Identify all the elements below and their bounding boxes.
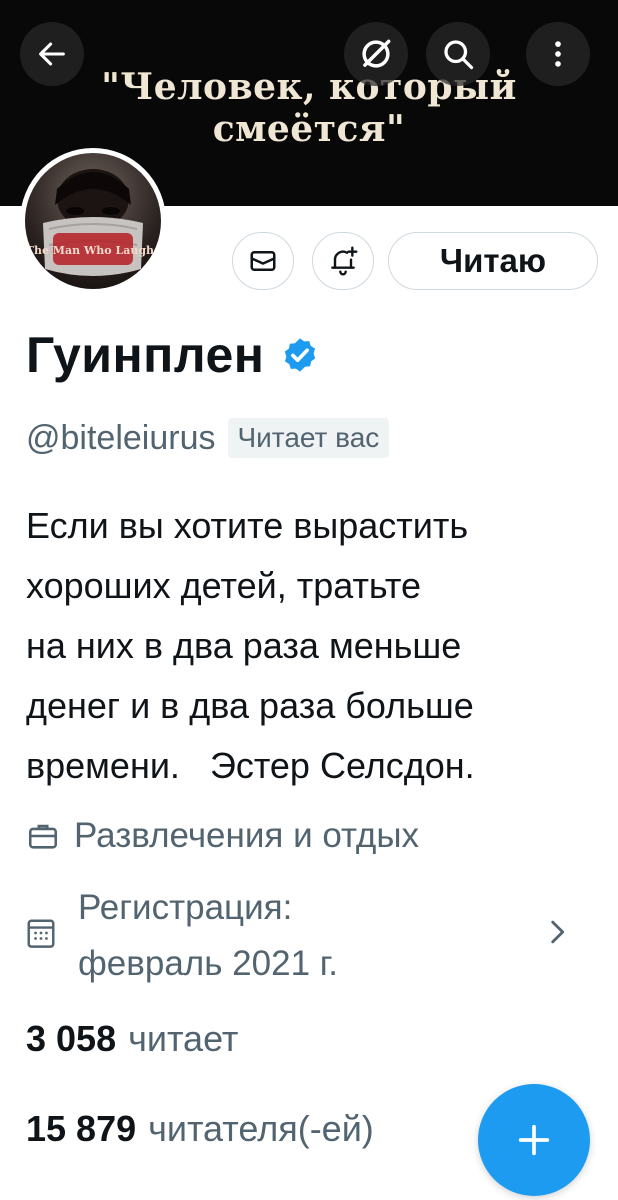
notifications-button[interactable]: [312, 232, 374, 290]
following-stat[interactable]: 3 058 читает: [26, 1018, 238, 1060]
username-handle: @biteleiurus: [26, 418, 216, 457]
chevron-right-icon[interactable]: [540, 914, 574, 950]
more-button[interactable]: [526, 22, 590, 86]
grok-slash-icon: [362, 39, 391, 68]
category-label: Развлечения и отдых: [74, 816, 419, 855]
followers-stat[interactable]: 15 879 читателя(-ей): [26, 1108, 374, 1150]
message-button[interactable]: [232, 232, 294, 290]
compose-button[interactable]: [478, 1084, 590, 1196]
follows-you-badge: Читает вас: [227, 418, 390, 458]
profile-screen: "Человек, который смеётся" The Man Who L…: [0, 0, 618, 1200]
following-count: 3 058: [26, 1018, 117, 1059]
following-button[interactable]: Читаю: [388, 232, 598, 290]
back-button[interactable]: [20, 22, 84, 86]
more-vertical-icon: [555, 41, 561, 67]
avatar-image: The Man Who Laughs: [25, 153, 161, 289]
arrow-left-icon: [39, 42, 65, 66]
profile-join-date[interactable]: Регистрация: февраль 2021 г.: [26, 880, 338, 992]
profile-category: Развлечения и отдых: [26, 808, 419, 864]
following-button-label: Читаю: [439, 242, 547, 279]
grok-button[interactable]: [344, 22, 408, 86]
following-label: читает: [128, 1018, 239, 1059]
briefcase-icon: [28, 824, 58, 849]
handle-row: @biteleiurus Читает вас: [26, 418, 390, 458]
plus-icon: [518, 1124, 550, 1156]
profile-bio: Если вы хотите вырастить хороших детей, …: [26, 505, 475, 786]
search-icon: [444, 40, 474, 70]
calendar-icon: [27, 919, 55, 948]
mail-icon: [250, 251, 276, 271]
verified-badge-icon[interactable]: [281, 336, 319, 374]
followers-label: читателя(-ей): [148, 1108, 374, 1149]
avatar-portrait: The Man Who Laughs: [26, 169, 160, 276]
join-date-label: Регистрация: февраль 2021 г.: [78, 888, 338, 983]
bell-plus-icon: [331, 246, 358, 276]
followers-count: 15 879: [26, 1108, 137, 1149]
display-name: Гуинплен: [26, 327, 265, 383]
calendar-icon-wrap: [26, 916, 56, 955]
banner-title: "Человек, который смеётся": [101, 66, 517, 150]
avatar[interactable]: The Man Who Laughs: [20, 148, 166, 294]
avatar-logo-text: The Man Who Laughs: [26, 244, 160, 257]
name-row: Гуинплен: [26, 326, 319, 384]
search-button[interactable]: [426, 22, 490, 86]
